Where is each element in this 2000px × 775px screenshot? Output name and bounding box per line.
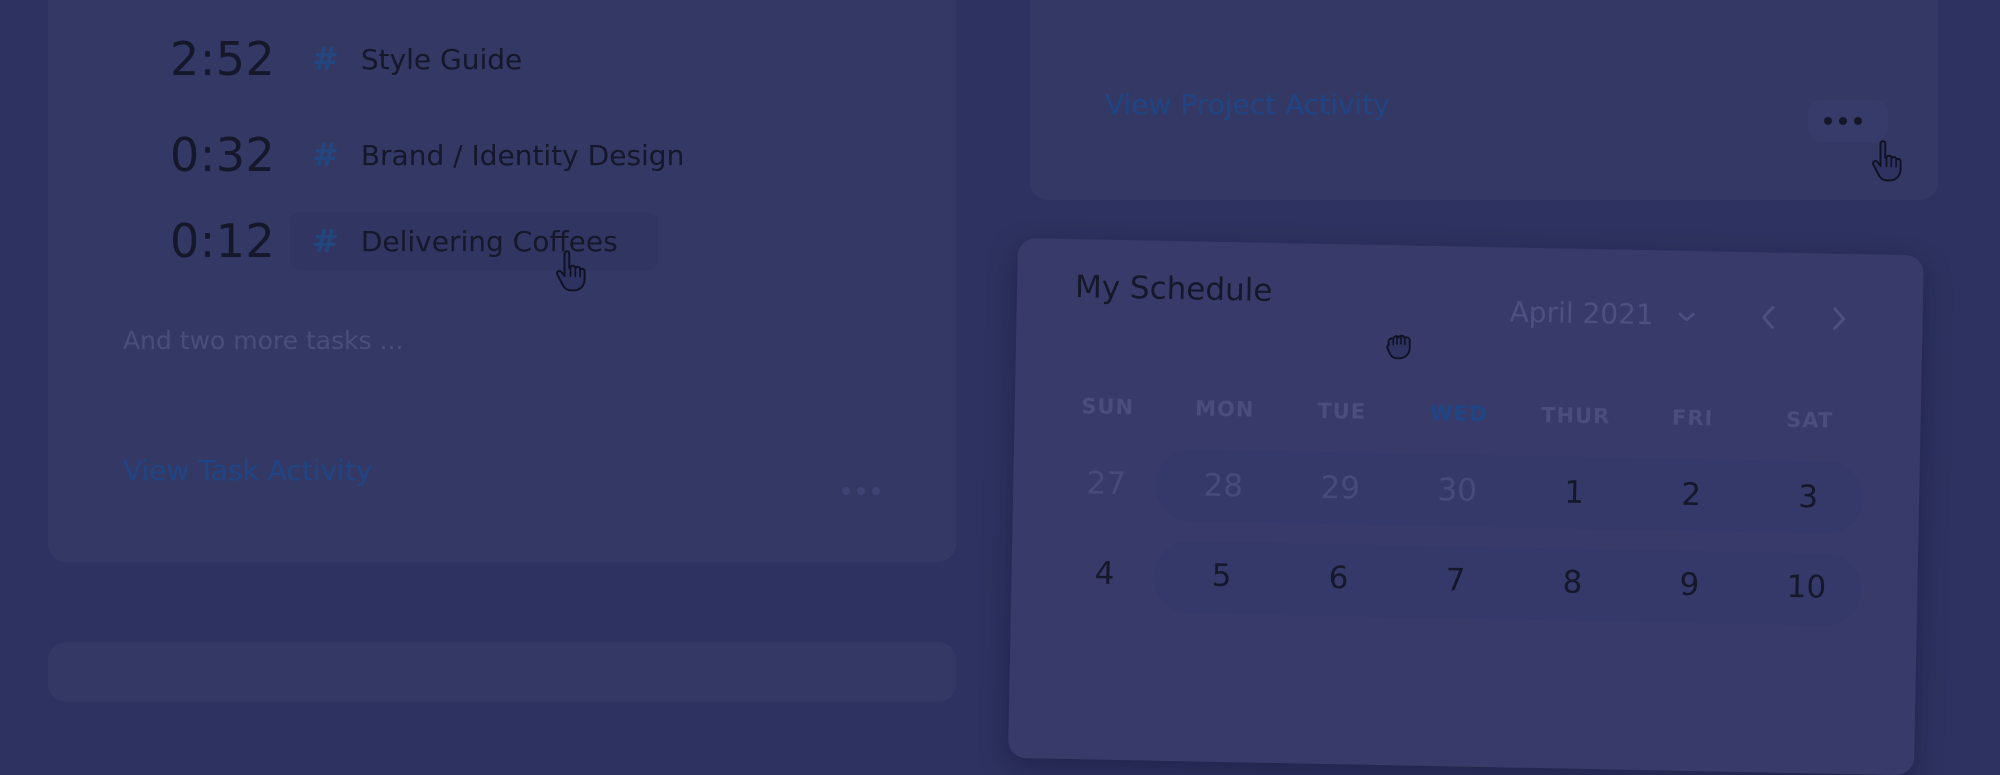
hash-icon: # bbox=[312, 222, 339, 260]
hash-icon: # bbox=[312, 40, 339, 78]
more-horizontal-icon bbox=[1824, 117, 1862, 125]
weekday-sun: SUN bbox=[1081, 394, 1135, 420]
more-tasks-text: And two more tasks ... bbox=[123, 326, 404, 355]
calendar-day[interactable]: 6 bbox=[1288, 559, 1389, 597]
project-activity-card: View Project Activity bbox=[1030, 0, 1938, 200]
calendar-day[interactable]: 7 bbox=[1405, 562, 1506, 600]
chevron-right-icon[interactable] bbox=[1826, 304, 1851, 334]
weekday-thur: THUR bbox=[1540, 403, 1611, 429]
task-activity-card: 2:52 # Style Guide 0:32 # Brand / Identi… bbox=[48, 0, 956, 562]
weekday-tue: TUE bbox=[1317, 398, 1367, 424]
calendar-day[interactable]: 3 bbox=[1758, 478, 1859, 516]
view-project-activity-link[interactable]: View Project Activity bbox=[1105, 88, 1390, 121]
calendar-day[interactable]: 28 bbox=[1173, 467, 1274, 505]
weekday-wed: WED bbox=[1429, 400, 1488, 427]
task-row[interactable]: 2:52 # Style Guide bbox=[170, 30, 540, 88]
chevron-down-icon bbox=[1678, 312, 1695, 322]
calendar-day[interactable]: 30 bbox=[1407, 472, 1508, 510]
month-selector[interactable]: April 2021 bbox=[1509, 295, 1697, 332]
calendar-day[interactable]: 2 bbox=[1641, 476, 1742, 514]
task-name: Brand / Identity Design bbox=[360, 138, 685, 172]
hand-grab-cursor bbox=[1386, 334, 1411, 360]
task-chip[interactable]: # Style Guide bbox=[290, 30, 540, 88]
schedule-card[interactable]: My Schedule April 2021 SUN MON TUE WED T… bbox=[1008, 238, 1924, 775]
chevron-left-icon[interactable] bbox=[1756, 302, 1781, 332]
calendar-day[interactable]: 5 bbox=[1171, 557, 1272, 595]
hand-pointer-cursor bbox=[1872, 140, 1902, 182]
weekday-sat: SAT bbox=[1785, 407, 1834, 433]
calendar-day[interactable]: 10 bbox=[1756, 568, 1857, 606]
more-button[interactable] bbox=[1808, 100, 1888, 142]
more-horizontal-icon[interactable] bbox=[842, 487, 880, 495]
task-chip[interactable]: # Delivering Coffees bbox=[290, 212, 658, 270]
task-name: Style Guide bbox=[360, 42, 523, 76]
weekday-mon: MON bbox=[1194, 396, 1255, 422]
calendar-day[interactable]: 27 bbox=[1056, 465, 1157, 503]
calendar-day[interactable]: 4 bbox=[1054, 555, 1155, 593]
task-row[interactable]: 0:32 # Brand / Identity Design bbox=[170, 126, 702, 184]
month-label: April 2021 bbox=[1509, 295, 1655, 332]
hand-pointer-cursor bbox=[556, 250, 586, 292]
calendar-day[interactable]: 29 bbox=[1290, 469, 1391, 507]
calendar-day[interactable]: 9 bbox=[1639, 566, 1740, 604]
hash-icon: # bbox=[312, 136, 339, 174]
calendar-day[interactable]: 1 bbox=[1524, 474, 1625, 512]
schedule-title: My Schedule bbox=[1074, 269, 1273, 309]
weekday-fri: FRI bbox=[1671, 405, 1714, 431]
next-card bbox=[48, 642, 956, 702]
task-chip[interactable]: # Brand / Identity Design bbox=[290, 126, 702, 184]
view-task-activity-link[interactable]: View Task Activity bbox=[123, 454, 372, 487]
calendar-day[interactable]: 8 bbox=[1522, 564, 1623, 602]
